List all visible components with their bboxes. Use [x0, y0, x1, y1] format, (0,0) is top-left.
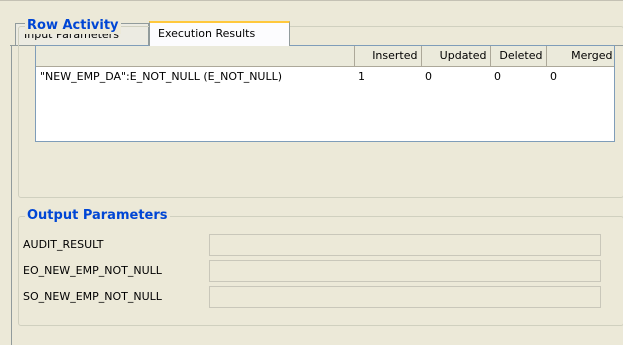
column-header-deleted[interactable]: Deleted: [490, 46, 547, 67]
param-field-audit-result[interactable]: [209, 234, 601, 256]
column-header-merged[interactable]: Merged: [546, 46, 614, 67]
param-field-eo-new-emp-not-null[interactable]: [209, 260, 601, 282]
param-row-so-new-emp-not-null: SO_NEW_EMP_NOT_NULL: [19, 284, 623, 310]
param-label-so-new-emp-not-null: SO_NEW_EMP_NOT_NULL: [23, 290, 162, 303]
row-name-cell: "NEW_EMP_DA":E_NOT_NULL (E_NOT_NULL): [40, 69, 283, 83]
row-inserted-cell: 1: [358, 69, 365, 83]
param-row-eo-new-emp-not-null: EO_NEW_EMP_NOT_NULL: [19, 258, 623, 284]
row-updated-cell: 0: [425, 69, 432, 83]
row-deleted-cell: 0: [494, 69, 501, 83]
param-label-audit-result: AUDIT_RESULT: [23, 238, 104, 251]
param-label-eo-new-emp-not-null: EO_NEW_EMP_NOT_NULL: [23, 264, 162, 277]
row-activity-title: Row Activity: [25, 18, 121, 34]
tab-execution-results[interactable]: Execution Results: [149, 21, 290, 46]
row-merged-cell: 0: [550, 69, 557, 83]
table-header-row: Inserted Updated Deleted Merged: [36, 46, 614, 67]
column-header-updated[interactable]: Updated: [421, 46, 491, 67]
row-activity-table[interactable]: Inserted Updated Deleted Merged "NEW_EMP…: [35, 45, 615, 142]
column-header-inserted[interactable]: Inserted: [354, 46, 422, 67]
row-activity-group: Row Activity Inserted Updated Deleted Me…: [18, 18, 623, 198]
table-row[interactable]: "NEW_EMP_DA":E_NOT_NULL (E_NOT_NULL) 1 0…: [36, 66, 614, 86]
param-field-so-new-emp-not-null[interactable]: [209, 286, 601, 308]
param-row-audit-result: AUDIT_RESULT: [19, 232, 623, 258]
output-parameters-title: Output Parameters: [25, 208, 170, 224]
output-parameters-group: Output Parameters AUDIT_RESULT EO_NEW_EM…: [18, 208, 623, 326]
column-header-name[interactable]: [36, 46, 355, 67]
